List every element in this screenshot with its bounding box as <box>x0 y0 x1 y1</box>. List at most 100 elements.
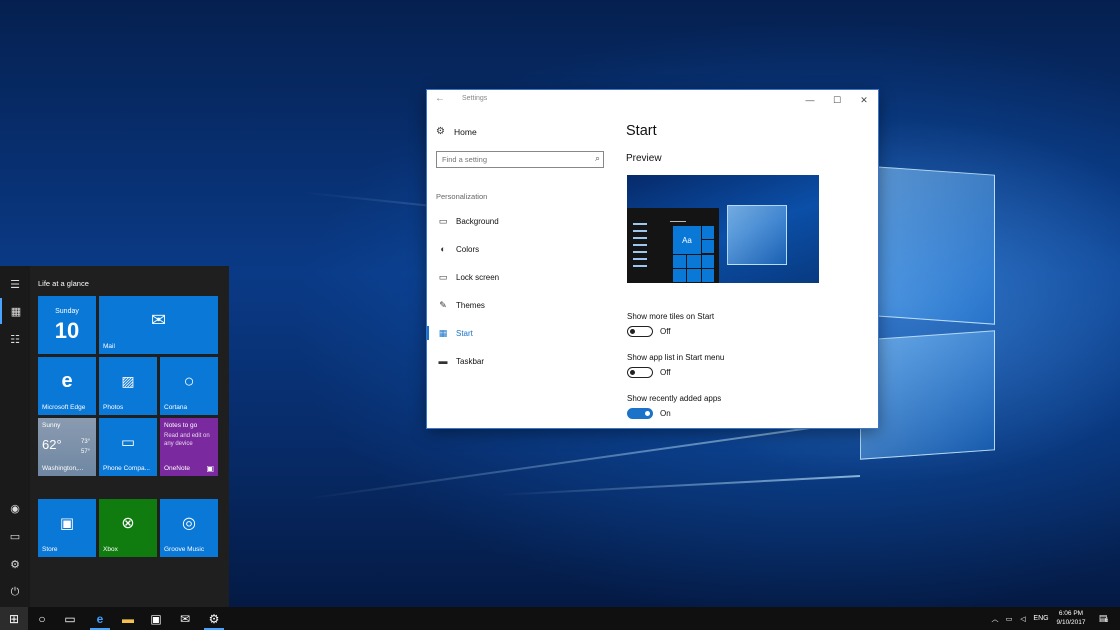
search-box[interactable]: ⌕ <box>436 151 604 168</box>
more-tiles-toggle[interactable] <box>627 326 653 337</box>
settings-taskbar-icon[interactable]: ⚙ <box>200 607 228 630</box>
preview-line <box>633 265 647 267</box>
volume-icon[interactable]: ◁ <box>1016 607 1030 630</box>
clock[interactable]: 6:06 PM 9/10/2017 <box>1050 610 1092 627</box>
search-icon[interactable]: ⌕ <box>595 153 600 164</box>
mail-tile[interactable]: ✉ Mail <box>99 296 218 354</box>
page-title: Start <box>626 123 657 139</box>
weather-condition: Sunny <box>42 422 61 429</box>
nav-item-colors[interactable]: ◐ Colors <box>427 239 627 259</box>
nav-item-lock-screen[interactable]: ▭ Lock screen <box>427 267 627 287</box>
nav-item-label: Themes <box>456 300 485 310</box>
brush-icon: ✎ <box>439 299 447 310</box>
show-hidden-icons-icon[interactable]: ︿ <box>988 607 1002 630</box>
toggle-knob <box>645 410 650 416</box>
preview-tile <box>702 269 714 282</box>
tile-label: OneNote <box>164 465 191 472</box>
file-explorer-icon[interactable]: ▬ <box>114 607 142 630</box>
store-taskbar-icon[interactable]: ▣ <box>142 607 170 630</box>
tile-label: Washington,... <box>42 465 84 472</box>
nav-item-label: Background <box>456 216 499 226</box>
xbox-icon: ⊗ <box>121 515 135 532</box>
maximize-icon[interactable]: ☐ <box>823 90 851 110</box>
cortana-search-icon[interactable]: ○ <box>28 607 56 630</box>
tiles-view-icon[interactable]: ▦ <box>0 298 30 324</box>
tile-label: Store <box>42 546 58 553</box>
start-menu: ☰ ▦ ☷ ◉ ▭ ⚙ ⏻ Life at a glance Sunday 10… <box>0 266 229 607</box>
edge-tile[interactable]: e Microsoft Edge <box>38 357 96 415</box>
network-icon[interactable]: ▭ <box>1002 607 1016 630</box>
preview-tile <box>687 269 701 282</box>
tile-label: Phone Compa... <box>103 465 150 472</box>
tile-label: Cortana <box>164 404 188 411</box>
nav-item-background[interactable]: ▭ Background <box>427 211 627 231</box>
user-avatar-icon[interactable]: ◉ <box>0 495 30 521</box>
back-arrow-icon[interactable]: ← <box>435 93 445 104</box>
preview-tile <box>687 255 701 268</box>
cortana-tile[interactable]: ○ Cortana <box>160 357 218 415</box>
preview-line <box>633 258 647 260</box>
windows-logo-pane <box>860 330 995 460</box>
minimize-icon[interactable]: — <box>796 90 824 110</box>
onenote-tile[interactable]: Notes to go Read and edit on any device … <box>160 418 218 476</box>
home-link[interactable]: ⚙ Home <box>436 126 477 137</box>
window-title: Settings <box>462 95 488 102</box>
photos-tile[interactable]: ▨ Photos <box>99 357 157 415</box>
preview-heading: Preview <box>626 153 662 164</box>
mail-icon: ✉ <box>150 309 167 330</box>
nav-item-taskbar[interactable]: ▬ Taskbar <box>427 351 627 371</box>
preview-line <box>633 237 647 239</box>
section-label: Personalization <box>436 192 488 201</box>
option-more-tiles: Show more tiles on Start Off <box>627 312 714 337</box>
recently-added-toggle[interactable] <box>627 408 653 419</box>
preview-line <box>633 223 647 225</box>
photos-icon: ▨ <box>121 372 135 389</box>
nav-item-start[interactable]: ▦ Start <box>427 323 627 343</box>
xbox-tile[interactable]: ⊗ Xbox <box>99 499 157 557</box>
nav-item-label: Colors <box>456 244 480 254</box>
option-label: Show app list in Start menu <box>627 353 725 362</box>
preview-line <box>670 221 686 222</box>
close-icon[interactable]: ✕ <box>850 90 878 110</box>
all-apps-icon[interactable]: ☷ <box>0 326 30 352</box>
app-list-toggle[interactable] <box>627 367 653 378</box>
mail-taskbar-icon[interactable]: ✉ <box>171 607 199 630</box>
toggle-state: Off <box>660 368 671 377</box>
edge-taskbar-icon[interactable]: e <box>86 607 114 630</box>
nav-item-themes[interactable]: ✎ Themes <box>427 295 627 315</box>
weather-high-low: 73° 57° <box>81 437 90 457</box>
documents-icon[interactable]: ▭ <box>0 523 30 549</box>
preview-tile <box>702 255 714 268</box>
option-label: Show more tiles on Start <box>627 312 715 321</box>
phone-companion-tile[interactable]: ▭ Phone Compa... <box>99 418 157 476</box>
search-input[interactable] <box>442 154 587 165</box>
calendar-day: Sunday <box>55 308 79 315</box>
toggle-state: On <box>660 409 671 418</box>
onenote-icon: ▣ <box>206 464 214 473</box>
settings-gear-icon[interactable]: ⚙ <box>0 551 30 577</box>
onenote-title: Notes to go <box>164 422 198 429</box>
language-indicator[interactable]: ENG <box>1031 607 1051 630</box>
clock-date: 9/10/2017 <box>1056 618 1086 626</box>
hamburger-menu-icon[interactable]: ☰ <box>0 271 30 297</box>
toggle-state: Off <box>660 327 671 336</box>
toggle-knob <box>630 328 635 334</box>
home-label: Home <box>454 126 477 137</box>
power-icon[interactable]: ⏻ <box>0 579 30 605</box>
windows-logo-pane <box>860 165 995 325</box>
start-button-icon[interactable]: ⊞ <box>0 607 28 630</box>
task-view-icon[interactable]: ▭ <box>56 607 84 630</box>
preview-aa-tile: Aa <box>673 226 701 254</box>
store-tile[interactable]: ▣ Store <box>38 499 96 557</box>
onenote-subtitle: Read and edit on any device <box>164 433 210 447</box>
weather-tile[interactable]: Sunny 62° 73° 57° Washington,... <box>38 418 96 476</box>
start-menu-rail: ☰ ▦ ☷ ◉ ▭ ⚙ ⏻ <box>0 266 30 607</box>
calendar-tile[interactable]: Sunday 10 <box>38 296 96 354</box>
light-beam <box>305 420 861 500</box>
title-bar[interactable]: ← Settings — ☐ ✕ <box>427 90 878 110</box>
calendar-date: 10 <box>54 318 80 343</box>
action-center-icon[interactable]: ▤ <box>1094 607 1112 630</box>
groove-music-tile[interactable]: ◎ Groove Music <box>160 499 218 557</box>
tile-label: Microsoft Edge <box>42 404 86 411</box>
start-icon: ▦ <box>438 327 448 338</box>
